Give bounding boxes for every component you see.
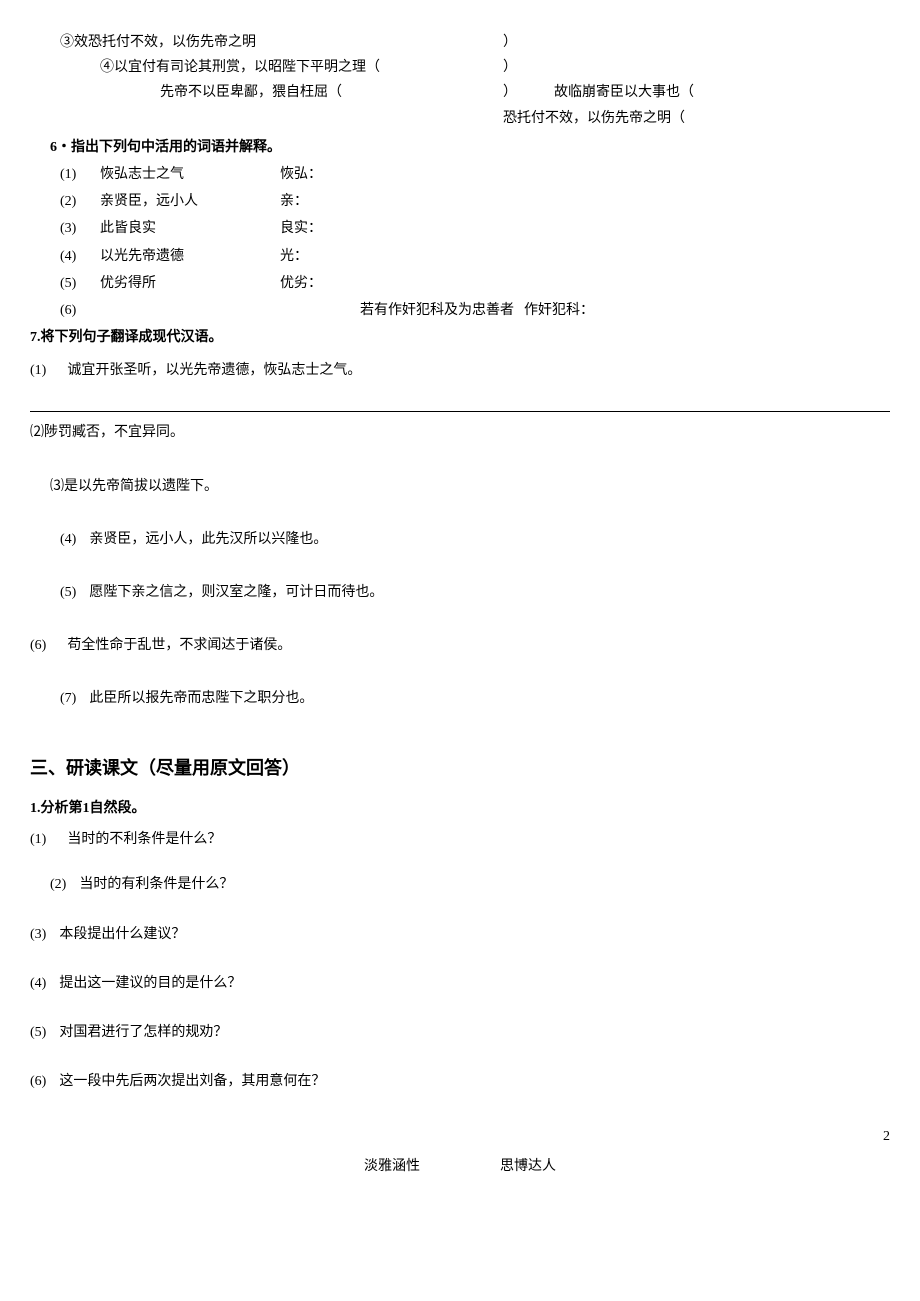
- q7-item-4: (4) 亲贤臣，远小人，此先汉所以兴隆也。: [30, 527, 890, 552]
- q6-num: (3): [60, 216, 100, 241]
- q6-list: (1) 恢弘志士之气 恢弘： (2) 亲贤臣，远小人 亲： (3) 此皆良实 良…: [30, 162, 890, 323]
- footer-right: 思博达人: [500, 1154, 556, 1179]
- q6-spacer: [100, 298, 360, 323]
- q6-text: 亲贤臣，远小人: [100, 189, 280, 214]
- sub-num: (5): [30, 1025, 46, 1040]
- q7-num: (6): [30, 638, 46, 653]
- q6-item-6: (6) 若有作奸犯科及为忠善者 作奸犯科：: [30, 298, 890, 323]
- line-4: ④以宜付有司论其刑赏，以昭陛下平明之理（: [30, 55, 503, 80]
- sub-num: (2): [50, 877, 66, 892]
- paren-3a: ）: [503, 85, 517, 100]
- right-3b: 故临崩寄臣以大事也（: [554, 85, 694, 100]
- q6-item: (2) 亲贤臣，远小人 亲：: [30, 189, 890, 214]
- sub-text: 对国君进行了怎样的规劝？: [59, 1025, 227, 1040]
- q6-text: 优劣得所: [100, 271, 280, 296]
- q7-text: 此臣所以报先帝而忠陛下之职分也。: [89, 691, 313, 706]
- s3-sub-1: (1) 当时的不利条件是什么？: [30, 827, 890, 852]
- section-3-title: 三、研读课文（尽量用原文回答）: [30, 752, 890, 784]
- q7-item-1: (1) 诚宜开张圣听，以光先帝遗德，恢弘志士之气。: [30, 358, 890, 383]
- q7-text: 是以先帝简拔以遗陛下。: [64, 479, 218, 494]
- q6-label: 良实：: [280, 216, 322, 241]
- sub-text: 本段提出什么建议？: [59, 927, 185, 942]
- q7-num: (4): [60, 532, 76, 547]
- page-number: 2: [883, 1124, 890, 1149]
- sub-num: (3): [30, 927, 46, 942]
- line-3: ③效恐托付不效，以伤先帝之明: [30, 30, 503, 55]
- q6-item: (5) 优劣得所 优劣：: [30, 271, 890, 296]
- sub-text: 当时的有利条件是什么？: [79, 877, 233, 892]
- s3-sub-5: (5) 对国君进行了怎样的规劝？: [30, 1020, 890, 1045]
- q6-item: (1) 恢弘志士之气 恢弘：: [30, 162, 890, 187]
- sub-num: (4): [30, 976, 46, 991]
- q7-text: 亲贤臣，远小人，此先汉所以兴隆也。: [89, 532, 327, 547]
- q7-item-3: ⑶是以先帝简拔以遗陛下。: [30, 474, 890, 499]
- paren-1: ）: [503, 30, 890, 55]
- gap: [514, 298, 524, 323]
- footer: 淡雅涵性 思博达人: [30, 1154, 890, 1179]
- q7-num: (5): [60, 585, 76, 600]
- s3-sub-4: (4) 提出这一建议的目的是什么？: [30, 971, 890, 996]
- q7-title: 7.将下列句子翻译成现代汉语。: [30, 325, 890, 350]
- sub-text: 提出这一建议的目的是什么？: [59, 976, 241, 991]
- q6-label: 亲：: [280, 189, 308, 214]
- top-left-col: ③效恐托付不效，以伤先帝之明 ④以宜付有司论其刑赏，以昭陛下平明之理（ 先帝不以…: [30, 30, 503, 131]
- q6-text: 以光先帝遗德: [100, 244, 280, 269]
- s3-sub-6: (6) 这一段中先后两次提出刘备，其用意何在？: [30, 1069, 890, 1094]
- q6-item: (3) 此皆良实 良实：: [30, 216, 890, 241]
- q6-label: 光：: [280, 244, 308, 269]
- answer-line: [30, 411, 890, 412]
- top-right-col: ） ） ） 故临崩寄臣以大事也（ 恐托付不效，以伤先帝之明（: [503, 30, 890, 131]
- q7-num: ⑶: [50, 479, 64, 494]
- q6-mid: 若有作奸犯科及为忠善者: [360, 298, 514, 323]
- footer-left: 淡雅涵性: [364, 1154, 420, 1179]
- q6-label: 恢弘：: [280, 162, 322, 187]
- q6-item: (4) 以光先帝遗德 光：: [30, 244, 890, 269]
- s3-sub-3: (3) 本段提出什么建议？: [30, 922, 890, 947]
- q7-num: ⑵: [30, 425, 44, 440]
- q7-item-6: (6) 苟全性命于乱世，不求闻达于诸侯。: [30, 633, 890, 658]
- q7-item-7: (7) 此臣所以报先帝而忠陛下之职分也。: [30, 686, 890, 711]
- q6-text: 此皆良实: [100, 216, 280, 241]
- q6-num: (5): [60, 271, 100, 296]
- q7-text: 陟罚臧否，不宜异同。: [44, 425, 184, 440]
- q7-item-2: ⑵陟罚臧否，不宜异同。: [30, 420, 890, 445]
- q6-num: (6): [60, 298, 100, 323]
- q7-text: 愿陛下亲之信之，则汉室之隆，可计日而待也。: [89, 585, 383, 600]
- q7-text: 诚宜开张圣听，以光先帝遗德，恢弘志士之气。: [67, 363, 361, 378]
- line-5a: 先帝不以臣卑鄙，猥自枉屈（: [30, 80, 503, 105]
- top-block: ③效恐托付不效，以伤先帝之明 ④以宜付有司论其刑赏，以昭陛下平明之理（ 先帝不以…: [30, 30, 890, 131]
- s3-sub-2: (2) 当时的有利条件是什么？: [30, 872, 890, 897]
- right-line-4: 恐托付不效，以伤先帝之明（: [503, 106, 890, 131]
- paren-2: ）: [503, 55, 890, 80]
- q6-num: (4): [60, 244, 100, 269]
- q6-num: (1): [60, 162, 100, 187]
- sub-text: 这一段中先后两次提出刘备，其用意何在？: [59, 1074, 325, 1089]
- sub-num: (1): [30, 832, 46, 847]
- q7-num: (7): [60, 691, 76, 706]
- q1-title: 1.分析第1自然段。: [30, 796, 890, 821]
- q7-text: 苟全性命于乱世，不求闻达于诸侯。: [67, 638, 291, 653]
- q6-num: (2): [60, 189, 100, 214]
- q7-num: (1): [30, 363, 46, 378]
- q6-text: 恢弘志士之气: [100, 162, 280, 187]
- q7-item-5: (5) 愿陛下亲之信之，则汉室之隆，可计日而待也。: [30, 580, 890, 605]
- right-line-3: ） 故临崩寄臣以大事也（: [503, 80, 890, 105]
- q6-title: 6・指出下列句中活用的词语并解释。: [30, 135, 890, 160]
- q6-label: 优劣：: [280, 271, 322, 296]
- sub-num: (6): [30, 1074, 46, 1089]
- sub-text: 当时的不利条件是什么？: [67, 832, 221, 847]
- q6-label-6: 作奸犯科：: [524, 298, 594, 323]
